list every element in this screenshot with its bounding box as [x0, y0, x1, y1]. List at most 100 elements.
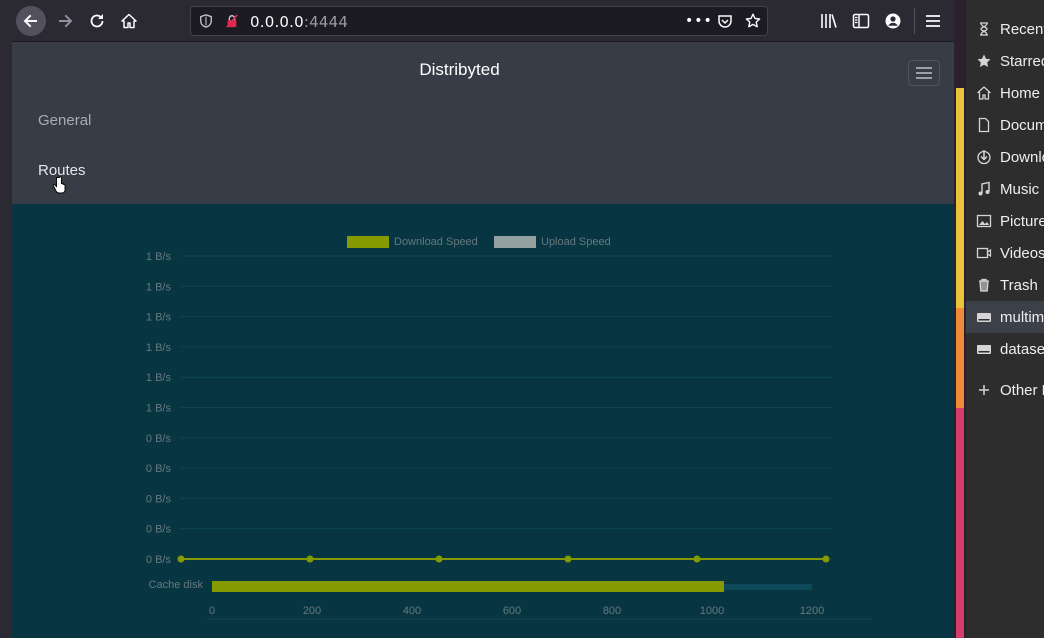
browser-toolbar: 0.0.0.0:4444 ••• — [12, 0, 954, 42]
insecure-lock-icon[interactable] — [225, 14, 239, 28]
shield-icon[interactable] — [199, 14, 213, 28]
download-icon — [977, 150, 991, 165]
y-tick-label: 1 B/s — [146, 312, 172, 324]
nav-link-general[interactable]: General — [38, 112, 91, 129]
files-sidebar-item-label: Recent — [1000, 20, 1044, 38]
desktop-color-strip — [956, 88, 964, 638]
files-sidebar-item[interactable]: Downloads — [966, 141, 1044, 173]
pocket-icon[interactable] — [717, 13, 733, 29]
files-sidebar-item[interactable]: Trash — [966, 269, 1044, 301]
account-icon[interactable] — [884, 12, 902, 30]
files-sidebar-item-label: Trash — [1000, 276, 1038, 294]
cache-disk-bars — [212, 581, 812, 592]
x-tick-label: 0 — [209, 605, 215, 617]
pictures-icon — [976, 214, 992, 228]
files-sidebar-item-label: dataset — [1000, 340, 1044, 358]
back-button[interactable] — [16, 6, 46, 36]
files-sidebar-item[interactable]: Videos — [966, 237, 1044, 269]
files-sidebar-item-label: multimedia — [1000, 308, 1044, 326]
navbar-toggle-button[interactable] — [908, 60, 940, 86]
x-tick-label: 1000 — [700, 605, 724, 617]
speed-chart: Download Speed Upload Speed 1 B/s1 B/s1 … — [146, 236, 872, 620]
files-sidebar-item-label: Music — [1000, 180, 1040, 198]
files-sidebar-item[interactable]: Music — [966, 173, 1044, 205]
speed-chart-y-axis: 1 B/s 1 B/s 1 B/s 1 B/s 1 B/s 1 B/s 0 B/s 0 B/s… — [146, 251, 172, 566]
music-icon — [978, 181, 990, 196]
arrow-left-icon — [23, 14, 37, 28]
cache-chart-x-axis: 0 200 400 600 800 1000 1200 — [209, 605, 824, 617]
y-tick-label: 1 B/s — [146, 372, 172, 384]
files-sidebar-item-label: Documents — [1000, 116, 1044, 134]
web-page: Distribyted General Routes Download Spee… — [12, 42, 954, 638]
download-speed-series — [177, 555, 830, 563]
chart-panel: Download Speed Upload Speed 1 B/s 1 B/s 1 … — [12, 204, 954, 638]
home-icon — [977, 86, 991, 100]
legend-label-upload: Upload Speed — [541, 236, 611, 248]
files-sidebar-item[interactable]: Home — [966, 77, 1044, 109]
forward-button[interactable] — [50, 6, 80, 36]
files-sidebar-item[interactable]: Starred — [966, 45, 1044, 77]
drive-icon — [977, 345, 991, 354]
url-host: 0.0.0.0 — [250, 13, 304, 31]
cache-disk-label: Cache disk — [149, 579, 204, 591]
files-sidebar-item[interactable]: dataset — [966, 333, 1044, 365]
files-sidebar-item-label: Videos — [1000, 244, 1044, 262]
legend-label-download: Download Speed — [394, 236, 478, 248]
download-speed-point — [306, 555, 314, 563]
y-tick-label: 0 B/s — [146, 493, 172, 505]
files-sidebar-item-label: Pictures — [1000, 212, 1044, 230]
reload-button[interactable] — [82, 6, 112, 36]
page-actions-more-icon[interactable]: ••• — [685, 13, 713, 29]
url-text[interactable]: 0.0.0.0:4444 — [250, 13, 348, 31]
download-speed-point — [435, 555, 443, 563]
arrow-right-icon — [59, 14, 73, 28]
y-tick-label: 0 B/s — [146, 463, 172, 475]
speed-chart-gridlines — [180, 255, 832, 560]
browser-window: 0.0.0.0:4444 ••• Distribyted General Rou… — [12, 0, 954, 638]
y-tick-label: 1 B/s — [146, 403, 172, 415]
x-tick-label: 400 — [403, 605, 421, 617]
y-tick-label: 0 B/s — [146, 433, 172, 445]
files-sidebar-item[interactable]: Recent — [966, 13, 1044, 45]
x-tick-label: 600 — [503, 605, 521, 617]
library-icon[interactable] — [820, 12, 838, 30]
url-port: :4444 — [303, 13, 349, 31]
reload-icon — [90, 14, 104, 28]
legend-swatch-download — [347, 236, 389, 248]
y-tick-label: 1 B/s — [146, 281, 172, 293]
y-tick-label: 1 B/s — [146, 342, 172, 354]
files-sidebar: Recent Starred Home Documents Downloads Music… — [966, 0, 1044, 638]
sidebar-toggle-icon[interactable] — [852, 12, 870, 30]
y-tick-label: 0 B/s — [146, 554, 172, 566]
download-speed-point — [564, 555, 572, 563]
toggler-bar — [916, 77, 932, 79]
cache-disk-bar — [212, 581, 724, 592]
y-tick-label: 1 B/s — [146, 251, 172, 263]
toolbar-separator — [914, 8, 915, 34]
hand-cursor-icon — [52, 176, 66, 194]
download-speed-point — [822, 555, 830, 563]
home-icon — [121, 13, 137, 29]
star-icon — [977, 54, 991, 67]
x-tick-label: 800 — [603, 605, 621, 617]
bookmark-star-icon[interactable] — [745, 13, 761, 29]
files-sidebar-item[interactable]: multimedia — [966, 301, 1044, 333]
app-navbar: Distribyted General Routes — [12, 42, 954, 204]
toggler-bar — [916, 72, 932, 74]
download-speed-point — [177, 555, 185, 563]
files-sidebar-item[interactable]: Other Locations — [966, 374, 1044, 406]
hamburger-menu-icon[interactable] — [924, 12, 942, 30]
files-sidebar-item-label: Downloads — [1000, 148, 1044, 166]
address-bar[interactable]: 0.0.0.0:4444 ••• — [190, 6, 768, 36]
videos-icon — [976, 247, 992, 259]
files-sidebar-item[interactable]: Pictures — [966, 205, 1044, 237]
files-sidebar-item-label: Starred — [1000, 52, 1044, 70]
home-button[interactable] — [114, 6, 144, 36]
files-sidebar-item[interactable]: Documents — [966, 109, 1044, 141]
recent-icon — [980, 22, 988, 36]
brand-title[interactable]: Distribyted — [12, 60, 907, 80]
files-sidebar-item-label: Other Locations — [1000, 381, 1044, 399]
legend-swatch-upload — [494, 236, 536, 248]
download-speed-point — [693, 555, 701, 563]
y-tick-label: 0 B/s — [146, 524, 172, 536]
